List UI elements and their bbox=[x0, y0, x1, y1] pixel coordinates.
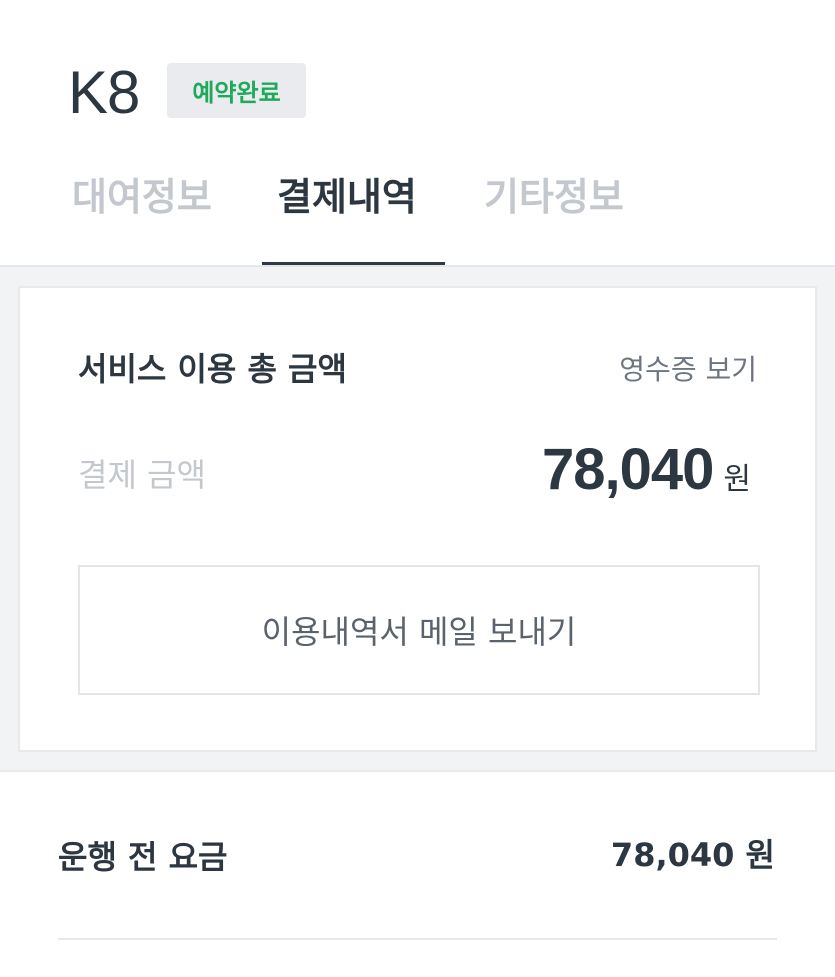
payment-amount-value: 78,040 bbox=[541, 437, 714, 502]
status-badge: 예약완료 bbox=[167, 63, 306, 118]
payment-amount-unit: 원 bbox=[723, 462, 751, 497]
payment-amount: 78,040 원 bbox=[542, 436, 751, 503]
pre-drive-fee-value: 78,040 원 bbox=[610, 836, 775, 874]
fee-breakdown-card: 운행 전 요금 78,040 원 bbox=[0, 770, 835, 977]
tab-rental-info[interactable]: 대여정보 bbox=[72, 172, 212, 222]
header: K8 예약완료 대여정보 결제내역 기타정보 bbox=[0, 0, 835, 265]
payment-amount-label: 결제 금액 bbox=[78, 456, 206, 494]
send-statement-email-button[interactable]: 이용내역서 메일 보내기 bbox=[78, 565, 760, 695]
view-receipt-link[interactable]: 영수증 보기 bbox=[619, 348, 757, 388]
summary-title: 서비스 이용 총 금액 bbox=[78, 350, 347, 388]
car-title: K8 bbox=[68, 59, 140, 126]
tab-payment-history[interactable]: 결제내역 bbox=[277, 172, 417, 222]
page: K8 예약완료 대여정보 결제내역 기타정보 서비스 이용 총 금액 영수증 보… bbox=[0, 0, 835, 977]
tab-bar: 대여정보 결제내역 기타정보 bbox=[0, 160, 835, 265]
divider bbox=[58, 938, 777, 940]
pre-drive-fee-label: 운행 전 요금 bbox=[58, 838, 228, 876]
tab-etc-info[interactable]: 기타정보 bbox=[484, 172, 624, 222]
payment-summary-card: 서비스 이용 총 금액 영수증 보기 결제 금액 78,040 원 이용내역서 … bbox=[18, 286, 817, 752]
